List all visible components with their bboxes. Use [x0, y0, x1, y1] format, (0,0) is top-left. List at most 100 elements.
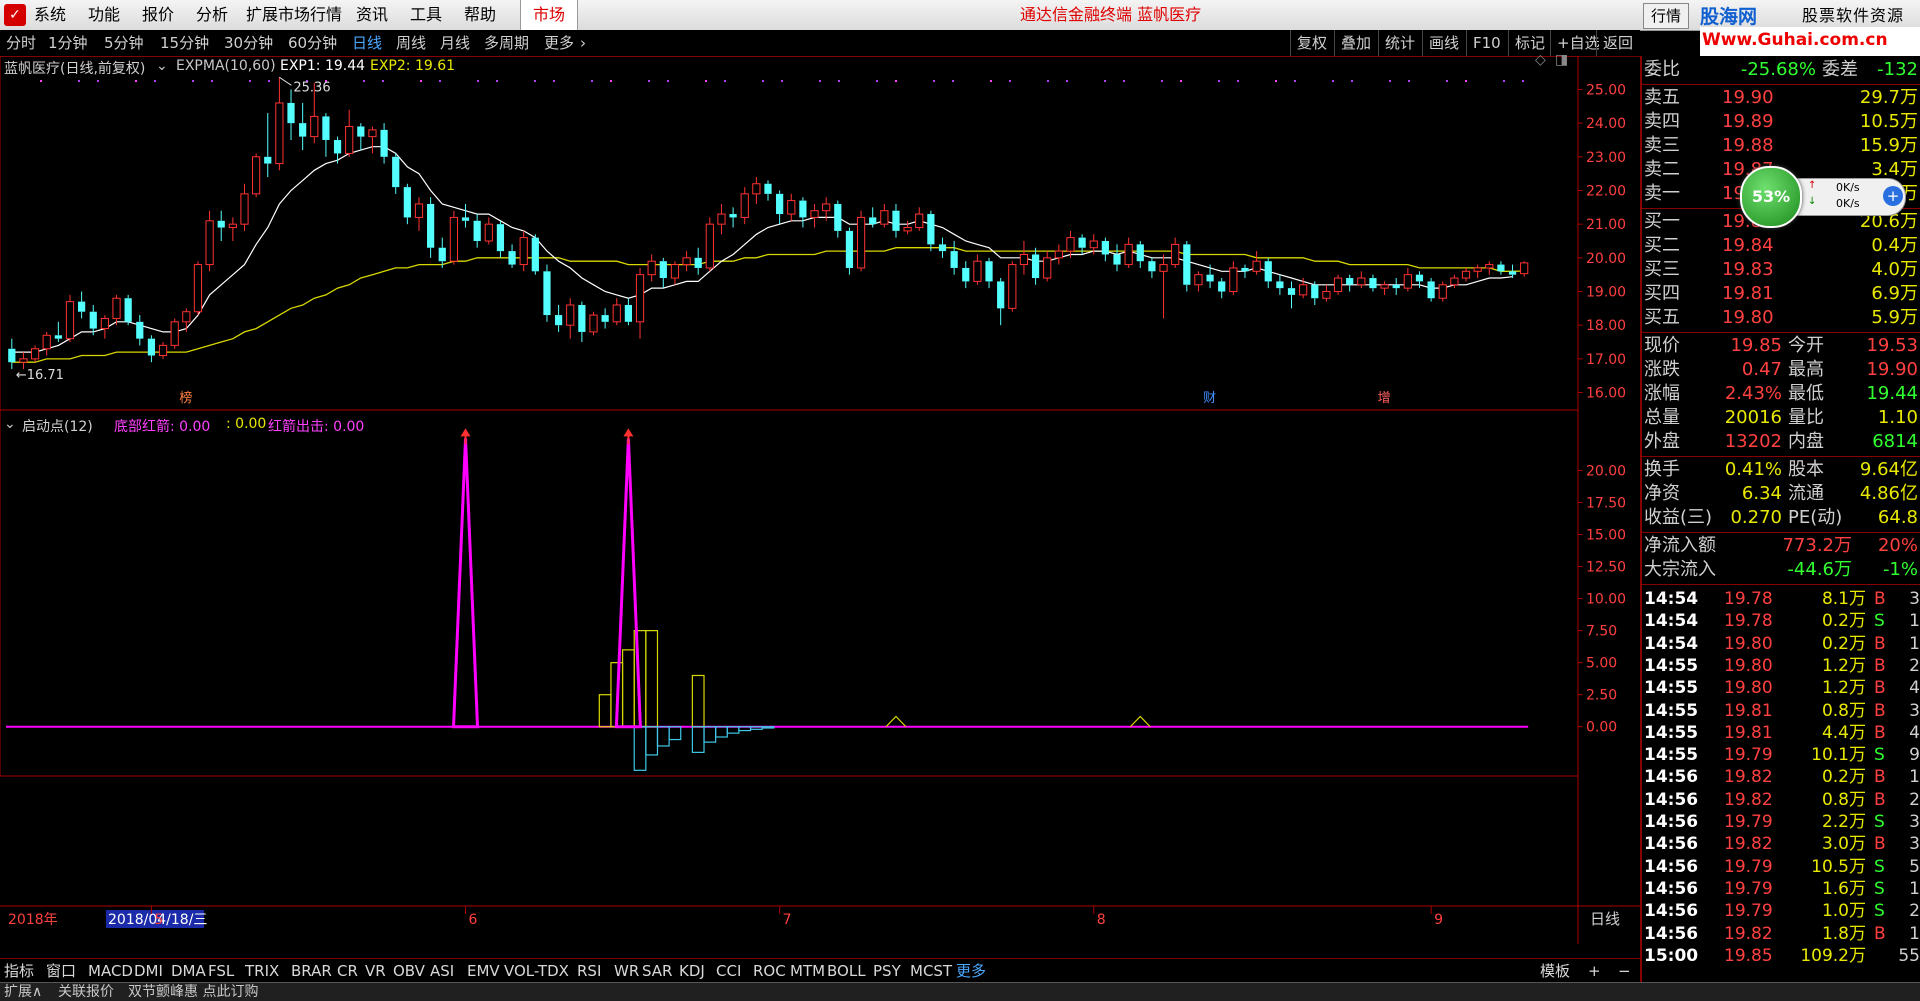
candle[interactable]	[997, 278, 1005, 326]
candle[interactable]	[414, 197, 424, 231]
menu-item[interactable]: 系统	[34, 0, 66, 30]
status-item[interactable]: 关联报价	[58, 983, 114, 1001]
memory-gauge[interactable]: 53%	[1740, 166, 1802, 228]
candle[interactable]	[1101, 237, 1109, 262]
candle[interactable]	[1194, 271, 1203, 292]
candle[interactable]	[1287, 281, 1296, 309]
candle[interactable]	[136, 315, 144, 346]
period-tab[interactable]: 1分钟	[48, 30, 88, 56]
menu-item[interactable]: 扩展市场行情	[246, 0, 342, 30]
event-marker[interactable]: 榜	[179, 390, 192, 406]
kline-chart[interactable]: 25.00 24.00 23.00 22.00 21.00 20.00 19.00 18.00…	[0, 56, 1640, 944]
period-tab[interactable]: 15分钟	[160, 30, 209, 56]
indicator-tab[interactable]: OBV	[393, 959, 425, 983]
candle[interactable]	[647, 254, 656, 282]
candle[interactable]	[601, 308, 609, 329]
candle[interactable]	[1369, 274, 1377, 292]
tick-row[interactable]: 14:56 19.82 3.0万 B 3	[1642, 833, 1920, 855]
chevron-right-icon[interactable]: ›	[580, 30, 586, 56]
candle[interactable]	[927, 210, 935, 252]
tick-row[interactable]: 14:55 19.79 10.1万 S 9	[1642, 744, 1920, 766]
candle[interactable]	[1520, 261, 1529, 277]
indicator-tab[interactable]: FSL	[208, 959, 234, 983]
candle[interactable]	[578, 301, 586, 343]
bottom-tool-button[interactable]: +	[1588, 959, 1601, 983]
candle[interactable]	[287, 89, 295, 140]
sub-chart-title[interactable]: 启动点(12)	[22, 416, 93, 436]
period-tab[interactable]: 周线	[396, 30, 426, 56]
candle[interactable]	[1438, 281, 1447, 302]
candle[interactable]	[65, 294, 75, 343]
candle[interactable]	[1357, 271, 1366, 289]
candle[interactable]	[938, 237, 947, 258]
candle[interactable]	[973, 254, 982, 285]
indicator-tab[interactable]: 指标	[4, 959, 34, 983]
candle[interactable]	[1508, 264, 1517, 279]
candle[interactable]	[985, 257, 993, 289]
candle[interactable]	[915, 207, 924, 231]
candle[interactable]	[810, 203, 819, 228]
candle[interactable]	[892, 203, 900, 238]
candle[interactable]	[1485, 261, 1494, 275]
toolbar-button[interactable]: F10	[1466, 30, 1507, 56]
candle[interactable]	[1229, 261, 1238, 295]
toolbar-button[interactable]: 复权	[1290, 30, 1333, 56]
candle[interactable]	[299, 102, 307, 151]
candle[interactable]	[205, 210, 214, 272]
candle[interactable]	[78, 291, 86, 319]
candle[interactable]	[449, 210, 458, 265]
candle[interactable]	[1473, 264, 1482, 279]
indicator-tab[interactable]: EMV	[467, 959, 500, 983]
candle[interactable]	[531, 234, 539, 275]
diamond-icon[interactable]: ◇	[1535, 52, 1546, 68]
candle[interactable]	[694, 247, 702, 275]
candle[interactable]	[554, 304, 563, 332]
menu-item[interactable]: 工具	[410, 0, 442, 30]
indicator-tab[interactable]: SAR	[642, 959, 672, 983]
candle[interactable]	[903, 220, 912, 235]
candle[interactable]	[729, 207, 737, 228]
toolbar-button[interactable]: 叠加	[1334, 30, 1377, 56]
candle[interactable]	[519, 230, 528, 272]
indicator-tab[interactable]: 更多	[956, 959, 986, 983]
tick-row[interactable]: 14:55 19.80 1.2万 B 4	[1642, 677, 1920, 699]
indicator-name[interactable]: EXPMA(10,60)	[176, 58, 276, 74]
indicator-tab[interactable]: BRAR	[291, 959, 332, 983]
candle[interactable]	[787, 193, 796, 221]
candle[interactable]	[880, 203, 889, 228]
candle[interactable]	[845, 227, 854, 275]
candle[interactable]	[566, 298, 575, 339]
indicator-tab[interactable]: VOL-TDX	[504, 959, 569, 983]
candle[interactable]	[124, 294, 132, 326]
candle[interactable]	[1066, 230, 1075, 258]
candle[interactable]	[1311, 281, 1319, 305]
tick-row[interactable]: 14:56 19.79 2.2万 S 3	[1642, 811, 1920, 833]
candle[interactable]	[42, 331, 51, 356]
tick-row[interactable]: 15:00 19.85 109.2万 55	[1642, 945, 1920, 967]
candle[interactable]	[1427, 278, 1435, 302]
indicator-tab[interactable]: KDJ	[679, 959, 705, 983]
status-item[interactable]: 扩展∧	[4, 983, 42, 1001]
tick-row[interactable]: 14:55 19.81 4.4万 B 4	[1642, 722, 1920, 744]
indicator-tab[interactable]: TRIX	[245, 959, 279, 983]
candle[interactable]	[1241, 264, 1249, 279]
tick-row[interactable]: 14:54 19.78 8.1万 B 3	[1642, 588, 1920, 610]
candle[interactable]	[322, 113, 330, 157]
indicator-tab[interactable]: MACD	[88, 959, 133, 983]
candle[interactable]	[8, 338, 16, 369]
bottom-tool-button[interactable]: 模板	[1540, 959, 1570, 983]
indicator-tab[interactable]: VR	[365, 959, 386, 983]
candle[interactable]	[461, 203, 470, 228]
candle[interactable]	[392, 153, 400, 194]
candle[interactable]	[333, 136, 342, 164]
tick-row[interactable]: 14:56 19.79 1.6万 S 1	[1642, 878, 1920, 900]
candle[interactable]	[752, 177, 761, 204]
period-tab[interactable]: 分时	[6, 30, 36, 56]
candle[interactable]	[589, 311, 598, 336]
candle[interactable]	[1171, 237, 1180, 268]
event-marker[interactable]: 增	[1378, 391, 1391, 406]
indicator-tab[interactable]: PSY	[873, 959, 901, 983]
candle[interactable]	[1148, 257, 1156, 279]
candle[interactable]	[100, 315, 109, 339]
candle[interactable]	[345, 109, 354, 157]
